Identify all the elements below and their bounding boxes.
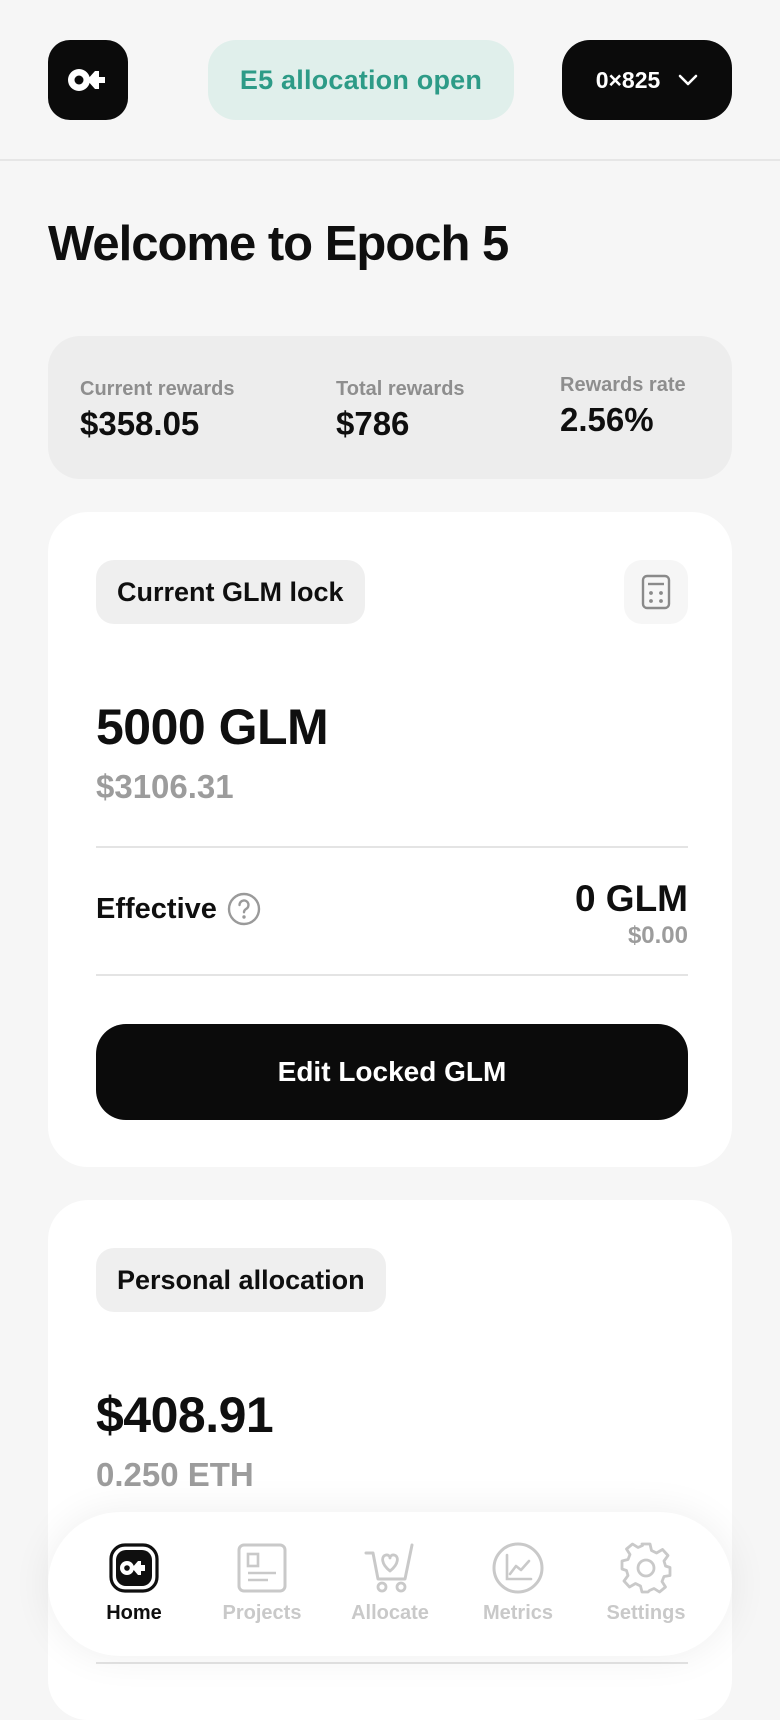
top-header: E5 allocation open 0×825 <box>0 0 780 161</box>
chart-icon <box>492 1542 544 1594</box>
wallet-address: 0×825 <box>595 66 661 93</box>
rewards-rate-label: Rewards rate <box>560 374 686 396</box>
current-rewards-value: $358.05 <box>80 405 200 442</box>
rewards-rate-value: 2.56% <box>560 401 654 438</box>
nav-home[interactable]: Home <box>74 1540 194 1625</box>
total-rewards: Total rewards $786 <box>336 378 465 443</box>
glm-locked-usd: $3106.31 <box>96 768 234 805</box>
chevron-down-icon <box>678 74 698 86</box>
rewards-rate: Rewards rate 2.56% <box>560 374 686 439</box>
gear-icon <box>620 1542 672 1594</box>
glm-locked-amount: 5000 GLM <box>96 699 329 755</box>
edit-locked-glm-button[interactable]: Edit Locked GLM <box>96 1024 688 1120</box>
bottom-navbar: Home Projects Allocate Metrics Settings <box>48 1512 732 1656</box>
glm-lock-card: Current GLM lock 5000 GLM $3106.31 Effec… <box>48 512 732 1167</box>
effective-label: Effective <box>96 892 217 925</box>
projects-icon <box>237 1543 287 1593</box>
calculator-icon <box>641 574 671 610</box>
divider <box>96 846 688 848</box>
glm-lock-tag: Current GLM lock <box>96 560 365 624</box>
nav-projects-label: Projects <box>222 1602 302 1624</box>
home-logo-icon <box>109 1543 159 1593</box>
nav-metrics-label: Metrics <box>482 1602 554 1624</box>
nav-settings-label: Settings <box>606 1602 686 1624</box>
effective-usd: $0.00 <box>627 922 688 949</box>
calculator-button[interactable] <box>624 560 688 624</box>
rewards-summary: Current rewards $358.05 Total rewards $7… <box>48 336 732 479</box>
personal-allocation-usd: $408.91 <box>96 1387 274 1443</box>
help-icon[interactable] <box>227 892 261 926</box>
nav-allocate-label: Allocate <box>351 1602 429 1624</box>
divider <box>96 974 688 976</box>
divider <box>96 1662 688 1664</box>
personal-allocation-tag: Personal allocation <box>96 1248 386 1312</box>
logo-icon <box>68 69 105 91</box>
nav-allocate[interactable]: Allocate <box>330 1540 450 1625</box>
total-rewards-value: $786 <box>336 405 410 442</box>
wallet-button[interactable]: 0×825 <box>562 40 732 120</box>
page-title: Welcome to Epoch 5 <box>48 217 509 271</box>
nav-metrics[interactable]: Metrics <box>458 1540 578 1625</box>
effective-value: 0 GLM $0.00 <box>575 878 688 950</box>
octant-logo[interactable] <box>48 40 128 120</box>
total-rewards-label: Total rewards <box>336 378 465 400</box>
current-rewards-label: Current rewards <box>80 378 235 400</box>
nav-home-label: Home <box>106 1602 162 1624</box>
effective-glm: 0 GLM <box>574 878 688 919</box>
cart-heart-icon <box>364 1543 414 1593</box>
nav-projects[interactable]: Projects <box>202 1540 322 1625</box>
current-rewards: Current rewards $358.05 <box>80 378 235 443</box>
personal-allocation-eth: 0.250 ETH <box>96 1456 254 1493</box>
effective-label-row: Effective <box>96 892 261 926</box>
nav-settings[interactable]: Settings <box>586 1540 706 1625</box>
allocation-status-badge[interactable]: E5 allocation open <box>208 40 514 120</box>
